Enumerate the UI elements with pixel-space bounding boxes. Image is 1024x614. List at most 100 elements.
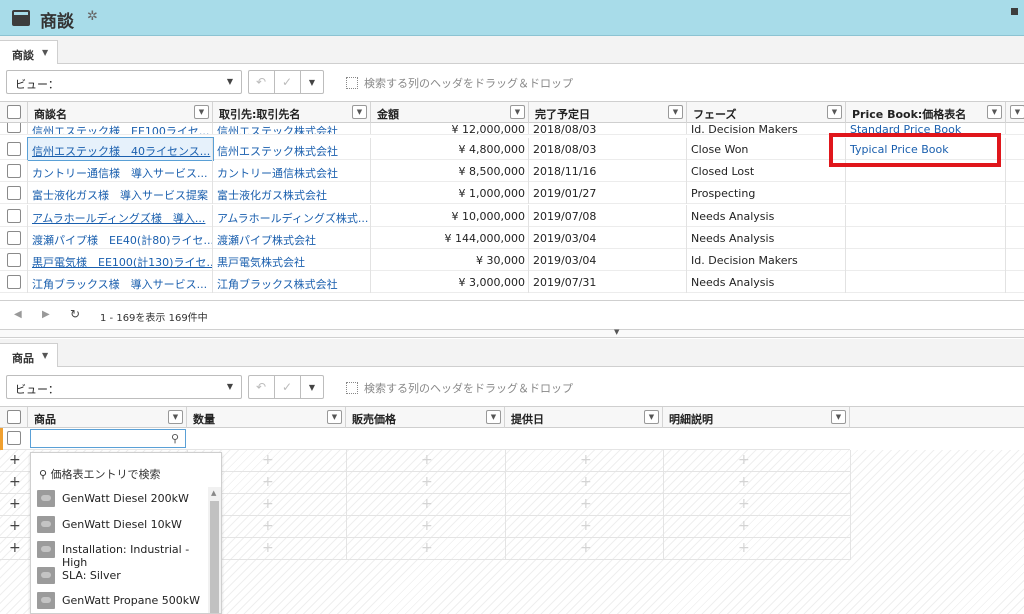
more-actions-button[interactable]: ▼ [300, 383, 324, 392]
account-link[interactable]: 江角ブラックス株式会社 [217, 278, 338, 291]
lookup-item[interactable]: Installation: Industrial - High [31, 537, 207, 569]
more-actions-button[interactable]: ▼ [300, 78, 324, 87]
column-menu-icon[interactable]: ▼ [987, 105, 1002, 119]
deal-name-link[interactable]: 渡瀬パイプ様 EE40(計80)ライセ... [32, 234, 212, 247]
table-row[interactable]: 江角ブラックス様 導入サービス... 江角ブラックス株式会社 ¥ 3,000,000… [0, 271, 1024, 294]
column-menu-icon[interactable]: ▼ [668, 105, 683, 119]
group-by-dropzone[interactable]: 検索する列のヘッダをドラッグ＆ドロップ [346, 380, 573, 396]
column-menu-icon[interactable]: ▼ [168, 410, 183, 424]
undo-button[interactable]: ↶ [249, 75, 273, 89]
add-row-icon[interactable]: + [9, 474, 21, 490]
add-row-icon[interactable]: + [9, 496, 21, 512]
account-link[interactable]: 信州エステック株式会社 [217, 145, 338, 158]
search-icon[interactable]: ⚲ [171, 432, 179, 445]
column-header-quantity[interactable]: 数量 ▼ [187, 407, 346, 428]
row-checkbox[interactable] [7, 142, 21, 156]
save-check-button[interactable]: ✓ [275, 380, 299, 394]
table-row[interactable]: 渡瀬パイプ様 EE40(計80)ライセ... 渡瀬パイプ株式会社 ¥ 144,000… [0, 226, 1024, 249]
chevron-down-icon[interactable]: ▼ [42, 351, 48, 360]
cell-add-icon: + [580, 496, 592, 512]
tab-opportunity[interactable]: 商談 ▼ [0, 40, 58, 64]
row-checkbox[interactable] [7, 253, 21, 267]
row-checkbox[interactable] [7, 431, 21, 445]
group-by-dropzone[interactable]: 検索する列のヘッダをドラッグ＆ドロップ [346, 75, 573, 91]
cell-add-icon: + [262, 452, 274, 468]
select-all-checkbox[interactable] [7, 410, 21, 424]
column-menu-icon[interactable]: ▼ [827, 105, 842, 119]
column-header-overflow[interactable]: ▼ [1006, 102, 1024, 123]
view-select[interactable]: ビュー： ▼ [6, 70, 242, 94]
select-all-checkbox[interactable] [7, 105, 21, 119]
deal-name-link[interactable]: カントリー通信様 導入サービス... [32, 167, 208, 180]
row-checkbox[interactable] [7, 230, 21, 245]
column-header-close-date[interactable]: 完了予定日 ▼ [529, 102, 687, 123]
cell-add-icon: + [738, 474, 750, 490]
add-row-icon[interactable]: + [9, 540, 21, 556]
refresh-button[interactable]: ↻ [70, 307, 80, 321]
column-header-deal-name[interactable]: 商談名 ▼ [28, 102, 213, 123]
undo-button[interactable]: ↶ [249, 380, 273, 394]
deal-name-link[interactable]: 黒戸電気様 EE100(計130)ライセ... [32, 256, 212, 269]
view-select[interactable]: ビュー： ▼ [6, 375, 242, 399]
top-tabstrip: 商談 ▼ [0, 36, 1024, 64]
account-link[interactable]: 渡瀬パイプ株式会社 [217, 234, 316, 247]
column-header-pricebook[interactable]: Price Book:価格表名 ▼ [846, 102, 1006, 123]
column-header-amount[interactable]: 金額 ▼ [371, 102, 529, 123]
first-page-button[interactable]: ◀ [14, 309, 22, 320]
column-menu-icon[interactable]: ▼ [194, 105, 209, 119]
column-header-account[interactable]: 取引先:取引先名 ▼ [213, 102, 371, 123]
table-row[interactable]: アムラホールディングズ様 導入... アムラホールディングズ株式... ¥ 10,0… [0, 204, 1024, 227]
column-menu-icon[interactable]: ▼ [644, 410, 659, 424]
table-row[interactable]: 富士液化ガス様 導入サービス提案 富士液化ガス株式会社 ¥ 1,000,000 201… [0, 182, 1024, 205]
column-header-description[interactable]: 明細説明 ▼ [663, 407, 850, 428]
deal-name-link[interactable]: 江角ブラックス様 導入サービス... [32, 278, 207, 291]
chevron-down-icon[interactable]: ▼ [42, 48, 48, 57]
chevron-up-icon[interactable]: ▲ [211, 489, 216, 497]
row-checkbox[interactable] [7, 164, 21, 179]
deal-name-link[interactable]: アムラホールディングズ様 導入... [32, 212, 205, 225]
column-menu-icon[interactable]: ▼ [352, 105, 367, 119]
deal-name-link[interactable]: 富士液化ガス様 導入サービス提案 [32, 189, 208, 202]
row-checkbox[interactable] [7, 275, 21, 290]
save-check-button[interactable]: ✓ [275, 75, 299, 89]
gear-icon[interactable]: ✲ [87, 9, 98, 24]
column-header-product[interactable]: 商品 ▼ [28, 407, 187, 428]
account-link[interactable]: 信州エステック株式会社 [217, 125, 338, 134]
stage-cell: Needs Analysis [687, 271, 846, 294]
table-row[interactable]: 黒戸電気様 EE100(計130)ライセ... 黒戸電気株式会社 ¥ 30,000 2… [0, 249, 1024, 271]
close-date-cell: 2019/07/31 [529, 271, 687, 294]
lookup-item[interactable]: GenWatt Diesel 200kW [31, 486, 207, 512]
lookup-search-option[interactable]: ⚲ 価格表エントリで検索 [39, 466, 161, 482]
tab-products[interactable]: 商品 ▼ [0, 343, 58, 367]
column-menu-icon[interactable]: ▼ [486, 410, 501, 424]
lookup-item[interactable]: SLA: Silver [31, 563, 207, 589]
chevron-down-icon[interactable]: ▼ [614, 328, 619, 336]
column-menu-icon[interactable]: ▼ [831, 410, 846, 424]
account-link[interactable]: 黒戸電気株式会社 [217, 256, 305, 269]
add-row-icon[interactable]: + [9, 518, 21, 534]
account-link[interactable]: 富士液化ガス株式会社 [217, 189, 327, 202]
amount-cell: ¥ 10,000,000 [371, 204, 529, 227]
row-checkbox[interactable] [7, 186, 21, 201]
product-search-input[interactable]: ⚲ [30, 429, 186, 448]
scrollbar-thumb[interactable] [210, 501, 219, 613]
next-page-button[interactable]: ▶ [42, 309, 50, 320]
deal-name-link[interactable]: 信州エステック様 EE100ライセ... [32, 125, 209, 134]
cell-add-icon: + [262, 496, 274, 512]
column-header-stage[interactable]: フェーズ ▼ [687, 102, 846, 123]
lookup-item[interactable]: GenWatt Diesel 10kW [31, 512, 207, 538]
add-row-icon[interactable]: + [9, 452, 21, 468]
lookup-item[interactable]: GenWatt Propane 500kW [31, 588, 207, 614]
panel-splitter[interactable]: ▼ [0, 328, 1024, 338]
account-link[interactable]: カントリー通信株式会社 [217, 167, 338, 180]
account-link[interactable]: アムラホールディングズ株式... [217, 212, 368, 225]
column-header-service-date[interactable]: 提供日 ▼ [505, 407, 663, 428]
column-menu-icon[interactable]: ▼ [1010, 105, 1024, 119]
lookup-scrollbar[interactable]: ▲ [208, 487, 221, 613]
column-menu-icon[interactable]: ▼ [327, 410, 342, 424]
column-header-sales-price[interactable]: 販売価格 ▼ [346, 407, 505, 428]
column-menu-icon[interactable]: ▼ [510, 105, 525, 119]
row-checkbox[interactable] [7, 208, 21, 223]
row-checkbox[interactable] [7, 123, 21, 133]
deal-name-link[interactable]: 信州エステック様 40ライセンス... [32, 145, 210, 158]
